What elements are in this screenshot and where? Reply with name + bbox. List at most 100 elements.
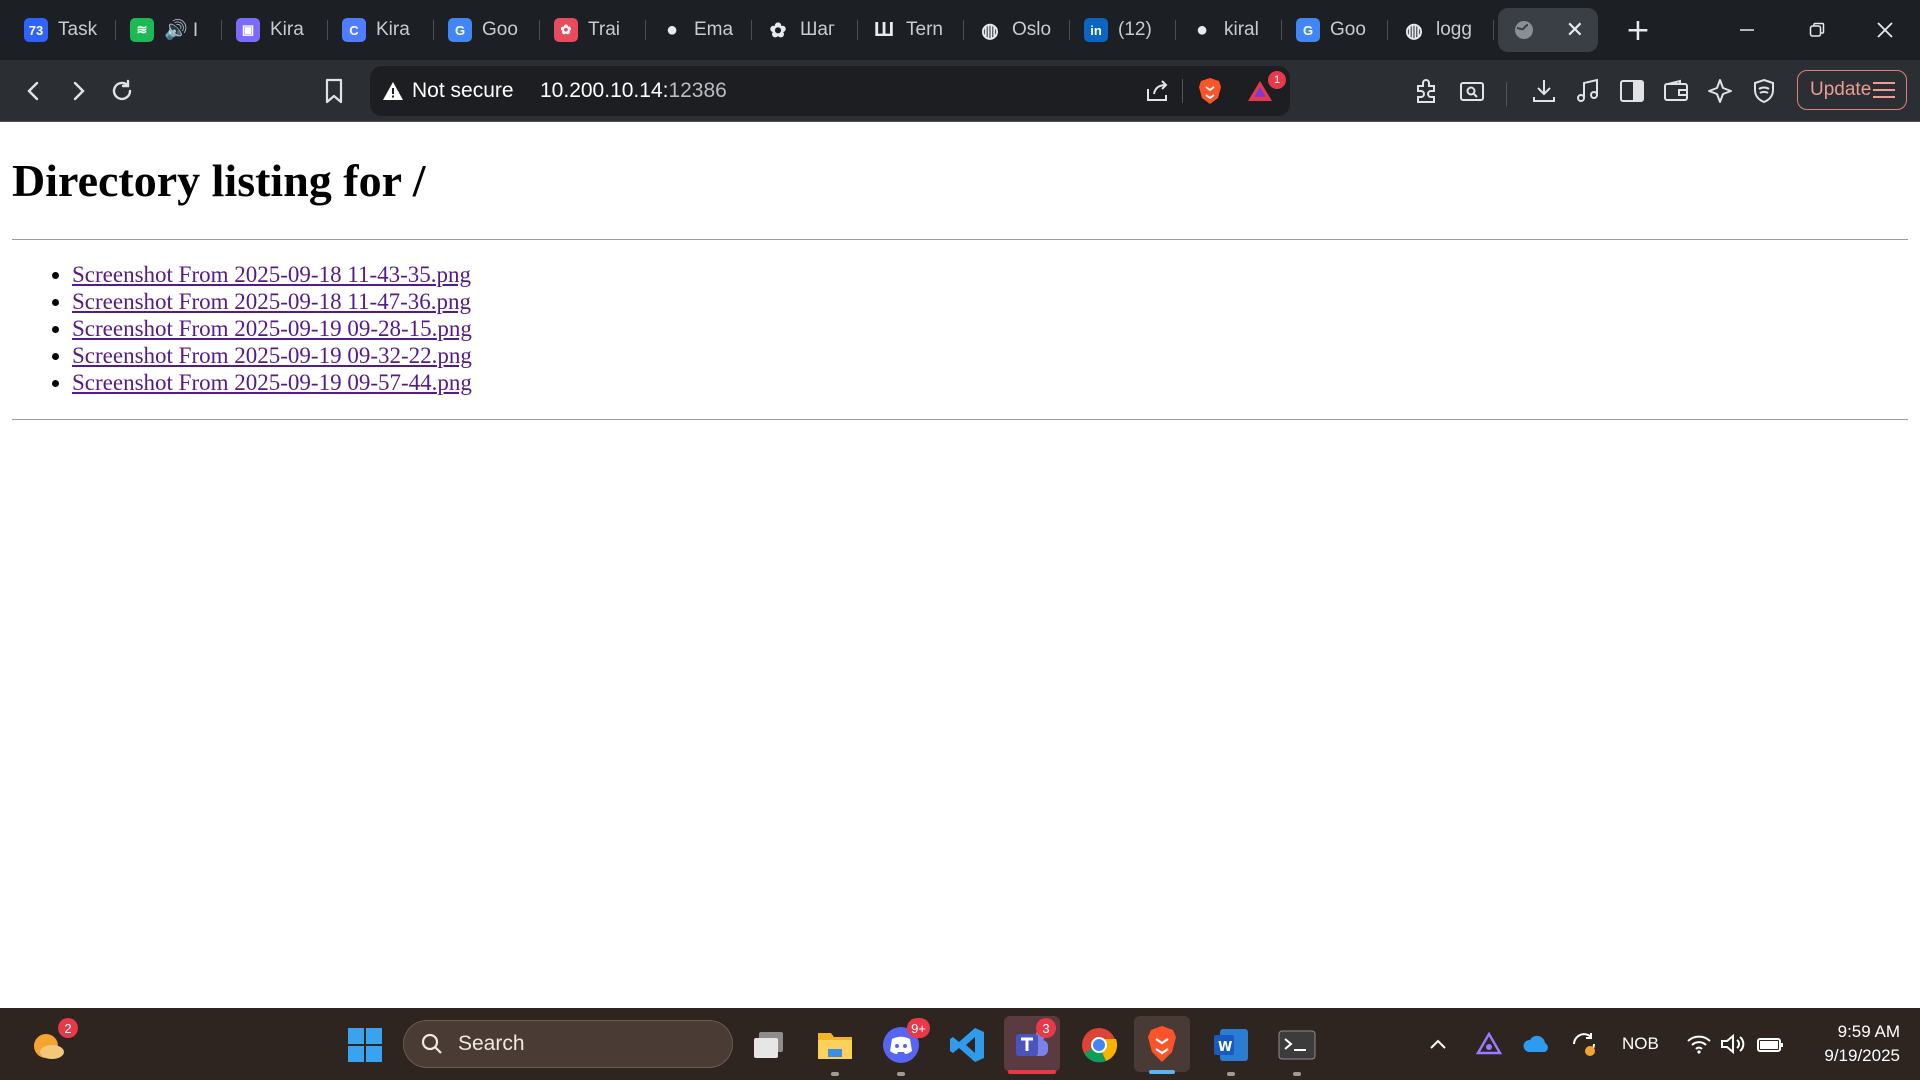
- windows-taskbar: 2 Search 9+ 3 W NOB 9:59 AM 9/19/2025: [0, 1008, 1920, 1080]
- globe-icon: ◍: [1405, 19, 1423, 42]
- tab[interactable]: ≋ 🔊 I: [116, 8, 222, 52]
- tab-active[interactable]: ✕: [1498, 8, 1598, 52]
- wifi-tray[interactable]: [1686, 1008, 1712, 1080]
- windows-logo-icon: [348, 1028, 382, 1062]
- language-indicator[interactable]: NOB: [1622, 1008, 1659, 1080]
- file-link[interactable]: Screenshot From 2025-09-19 09-32-22.png: [72, 343, 472, 368]
- tab[interactable]: C Kira: [328, 8, 434, 52]
- url-port: 12386: [668, 79, 727, 102]
- back-button[interactable]: [16, 73, 52, 109]
- menu-icon: [1873, 82, 1895, 98]
- downloads-icon[interactable]: [1526, 73, 1562, 109]
- sync-tray[interactable]: [1570, 1008, 1598, 1080]
- file-link[interactable]: Screenshot From 2025-09-19 09-57-44.png: [72, 370, 472, 395]
- task-view-button[interactable]: [746, 1022, 792, 1068]
- clock-date: 9/19/2025: [1824, 1046, 1900, 1065]
- tab-close-icon[interactable]: ✕: [1566, 17, 1584, 43]
- browser-toolbar: Not secure 10.200.10.14:12386 1 Update: [0, 60, 1920, 122]
- system-clock[interactable]: 9:59 AM 9/19/2025: [1800, 1020, 1900, 1068]
- globe-icon: ◍: [981, 19, 999, 42]
- openai-icon: ✿: [769, 19, 787, 42]
- running-indicator: [1227, 1072, 1235, 1076]
- battery-tray[interactable]: [1756, 1008, 1784, 1080]
- running-indicator: [897, 1072, 905, 1076]
- extensions-icon[interactable]: [1408, 73, 1444, 109]
- terminal-button[interactable]: [1274, 1022, 1320, 1076]
- media-icon[interactable]: [1570, 73, 1606, 109]
- sync-icon: [1573, 1033, 1595, 1056]
- running-indicator: [1293, 1072, 1301, 1076]
- tab-label: Tern: [906, 19, 943, 40]
- onedrive-icon: [1523, 1035, 1548, 1052]
- globe-icon: [1512, 18, 1536, 42]
- task-view-icon: [754, 1032, 783, 1058]
- github-dark-icon: ●: [1195, 18, 1209, 41]
- onedrive-tray[interactable]: [1522, 1008, 1550, 1080]
- tab[interactable]: 73 Task: [10, 8, 116, 52]
- url-text[interactable]: 10.200.10.14:12386: [540, 66, 727, 116]
- weather-widget[interactable]: 2: [26, 1018, 78, 1068]
- chrome-button[interactable]: [1076, 1022, 1122, 1068]
- warning-icon: [383, 82, 403, 100]
- brave-rewards-icon[interactable]: 1: [1242, 71, 1286, 109]
- page-content: Directory listing for / Screenshot From …: [0, 122, 1920, 1008]
- address-bar[interactable]: Not secure 10.200.10.14:12386 1: [370, 66, 1290, 116]
- start-button[interactable]: [342, 1022, 388, 1068]
- volume-icon: [1721, 1033, 1745, 1055]
- reader-mode-icon[interactable]: [1454, 73, 1490, 109]
- tab[interactable]: ● kiral: [1176, 8, 1282, 52]
- update-button[interactable]: Update: [1797, 70, 1907, 110]
- brave-shields-icon[interactable]: [1192, 73, 1228, 109]
- vscode-button[interactable]: [944, 1022, 990, 1068]
- tab[interactable]: ● Ema: [646, 8, 752, 52]
- tab[interactable]: in (12): [1070, 8, 1176, 52]
- google-translate-icon: G: [1296, 18, 1320, 42]
- discord-button[interactable]: 9+: [878, 1018, 930, 1076]
- tab-label: Goo: [482, 19, 518, 40]
- tab[interactable]: ✿ Trai: [540, 8, 646, 52]
- rewards-badge: 1: [1268, 71, 1286, 89]
- tab[interactable]: ◍ Oslo: [964, 8, 1070, 52]
- security-indicator[interactable]: Not secure: [382, 66, 514, 116]
- battery-icon: [1757, 1038, 1783, 1052]
- tab[interactable]: ◍ logg: [1388, 8, 1494, 52]
- teams-button[interactable]: 3: [1004, 1016, 1060, 1074]
- teams-badge: 3: [1036, 1018, 1056, 1038]
- file-link[interactable]: Screenshot From 2025-09-18 11-43-35.png: [72, 262, 471, 287]
- active-indicator: [1008, 1070, 1056, 1074]
- proton-icon: [1476, 1032, 1502, 1055]
- show-hidden-icons[interactable]: [1428, 1008, 1448, 1080]
- file-explorer-button[interactable]: [812, 1022, 858, 1076]
- vpn-shield-icon[interactable]: [1746, 73, 1782, 109]
- taskbar-search[interactable]: Search: [403, 1020, 733, 1068]
- sidebar-icon[interactable]: [1614, 73, 1650, 109]
- list-item: Screenshot From 2025-09-18 11-47-36.png: [72, 288, 1908, 315]
- word-button[interactable]: W: [1208, 1022, 1254, 1076]
- brave-button[interactable]: [1134, 1016, 1190, 1074]
- discord-badge: 9+: [907, 1018, 930, 1038]
- forward-button[interactable]: [60, 73, 96, 109]
- minimize-button[interactable]: [1712, 0, 1782, 60]
- close-window-button[interactable]: [1850, 0, 1920, 60]
- tab[interactable]: Ш Tern: [858, 8, 964, 52]
- volume-tray[interactable]: [1720, 1008, 1746, 1080]
- tab-label: Oslo: [1012, 19, 1052, 40]
- file-link[interactable]: Screenshot From 2025-09-19 09-28-15.png: [72, 316, 472, 341]
- terminal-icon: [1278, 1030, 1316, 1060]
- update-label: Update: [1810, 79, 1872, 100]
- proton-tray[interactable]: [1476, 1008, 1502, 1080]
- tab[interactable]: ✿ Шаг: [752, 8, 858, 52]
- wallet-icon[interactable]: [1658, 73, 1694, 109]
- reload-button[interactable]: [104, 73, 140, 109]
- new-tab-button[interactable]: +: [1620, 13, 1656, 48]
- restore-button[interactable]: [1782, 0, 1852, 60]
- leo-ai-icon[interactable]: [1702, 73, 1738, 109]
- bookmark-icon[interactable]: [316, 73, 352, 109]
- tab[interactable]: G Goo: [1282, 8, 1388, 52]
- wifi-icon: [1687, 1035, 1711, 1054]
- file-link[interactable]: Screenshot From 2025-09-18 11-47-36.png: [72, 289, 471, 314]
- tab[interactable]: ▣ Kira: [222, 8, 328, 52]
- tab[interactable]: G Goo: [434, 8, 540, 52]
- tab-label: logg: [1436, 19, 1472, 40]
- share-icon[interactable]: [1140, 73, 1176, 109]
